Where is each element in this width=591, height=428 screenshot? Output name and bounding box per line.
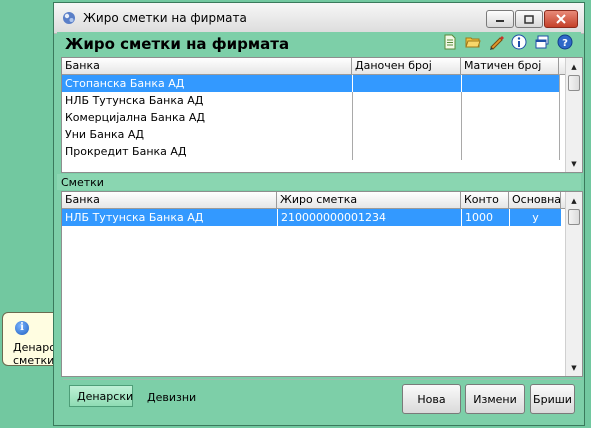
edit-pencil-icon[interactable] <box>488 34 504 50</box>
scroll-up-arrow-icon[interactable]: ▲ <box>566 59 582 75</box>
column-header-giro-account[interactable]: Жиро сметка <box>277 192 461 208</box>
close-button[interactable] <box>544 10 578 28</box>
tab-denarski[interactable]: Денарски <box>69 385 133 407</box>
maximize-icon <box>524 14 534 24</box>
table-row[interactable]: Уни Банка АД <box>62 126 559 143</box>
cell-bank: Стопанска Банка АД <box>65 77 185 90</box>
table-row[interactable]: Стопанска Банка АД <box>62 75 559 92</box>
table-row[interactable]: НЛБ Тутунска Банка АД 210000000001234 10… <box>62 209 561 226</box>
delete-button[interactable]: Бриши <box>530 384 575 414</box>
cell-bank: Уни Банка АД <box>65 128 145 141</box>
minimize-icon <box>496 20 504 22</box>
tab-devizni[interactable]: Девизни <box>140 387 203 409</box>
banks-grid: Банка Даночен број Матичен број Стопанск… <box>61 57 583 173</box>
toolbar: ? <box>442 34 573 50</box>
new-document-icon[interactable] <box>442 34 458 50</box>
scroll-down-arrow-icon[interactable]: ▼ <box>566 360 582 376</box>
column-header-bank[interactable]: Банка <box>62 58 352 74</box>
column-divider <box>559 74 560 160</box>
accounts-section-bar <box>57 174 581 190</box>
new-button[interactable]: Нова <box>402 384 461 414</box>
restore-window-icon[interactable] <box>534 34 550 50</box>
edit-button[interactable]: Измени <box>465 384 525 414</box>
cell-konto: 1000 <box>461 209 509 226</box>
column-header-bank[interactable]: Банка <box>62 192 277 208</box>
page-title: Жиро сметки на фирмата <box>65 35 290 53</box>
scroll-thumb[interactable] <box>568 209 580 225</box>
table-row[interactable]: Комерцијална Банка АД <box>62 109 559 126</box>
column-header-konto[interactable]: Конто <box>461 192 509 208</box>
cell-bank: Комерцијална Банка АД <box>65 111 205 124</box>
window-title: Жиро сметки на фирмата <box>83 11 247 25</box>
open-folder-icon[interactable] <box>465 34 481 50</box>
info-icon: i <box>15 321 29 335</box>
header-band: Жиро сметки на фирмата ? <box>57 32 581 56</box>
accounts-section-label: Сметки <box>61 176 104 189</box>
scroll-down-arrow-icon[interactable]: ▼ <box>566 156 582 172</box>
cell-giro-account: 210000000001234 <box>277 209 461 226</box>
scroll-thumb[interactable] <box>568 75 580 91</box>
help-icon[interactable]: ? <box>557 34 573 50</box>
cell-tax-number <box>352 75 461 92</box>
cell-bank: НЛБ Тутунска Банка АД <box>65 94 204 107</box>
app-icon <box>63 12 75 24</box>
banks-vertical-scrollbar[interactable]: ▲ ▼ <box>565 58 582 172</box>
banks-grid-header: Банка Даночен број Матичен број <box>62 58 582 75</box>
scroll-up-arrow-icon[interactable]: ▲ <box>566 193 582 209</box>
accounts-grid-header: Банка Жиро сметка Конто Основна <box>62 192 582 209</box>
column-header-primary[interactable]: Основна <box>509 192 561 208</box>
cell-primary: y <box>509 209 561 226</box>
column-header-tax-number[interactable]: Даночен број <box>352 58 461 74</box>
close-icon <box>556 14 566 24</box>
divider <box>63 379 582 380</box>
title-bar[interactable]: Жиро сметки на фирмата <box>54 3 584 34</box>
minimize-button[interactable] <box>486 10 514 28</box>
accounts-grid: Банка Жиро сметка Конто Основна НЛБ Туту… <box>61 191 583 377</box>
cell-registry-number <box>461 75 559 92</box>
cell-bank: НЛБ Тутунска Банка АД <box>65 211 204 224</box>
accounts-vertical-scrollbar[interactable]: ▲ ▼ <box>565 192 582 376</box>
table-row[interactable]: НЛБ Тутунска Банка АД <box>62 92 559 109</box>
table-row[interactable]: Прокредит Банка АД <box>62 143 559 160</box>
maximize-button[interactable] <box>515 10 543 28</box>
column-header-registry-number[interactable]: Матичен број <box>461 58 559 74</box>
svg-text:?: ? <box>562 38 568 49</box>
info-icon[interactable] <box>511 34 527 50</box>
cell-bank: Прокредит Банка АД <box>65 145 187 158</box>
